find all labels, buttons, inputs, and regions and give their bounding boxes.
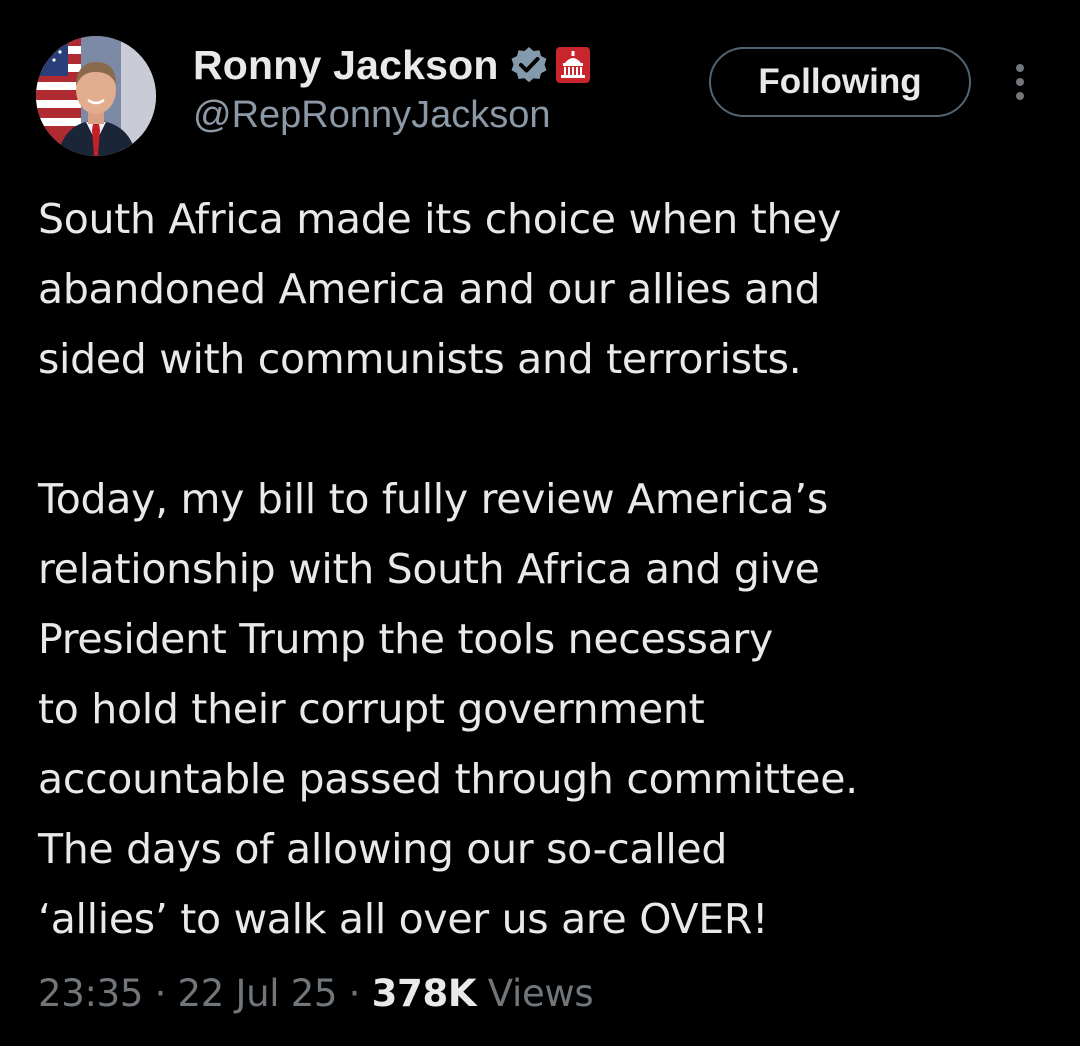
tweet-time[interactable]: 23:35 xyxy=(38,972,143,1015)
tweet-date[interactable]: 22 Jul 25 xyxy=(178,972,338,1015)
meta-separator: · xyxy=(348,972,361,1015)
tweet: Ronny Jackson @RepRonnyJackson Following… xyxy=(0,0,1080,1046)
tweet-paragraph-1: South Africa made its choice when they a… xyxy=(38,195,842,383)
profile-photo xyxy=(36,36,156,156)
us-capitol-icon[interactable] xyxy=(555,46,591,84)
following-button[interactable]: Following xyxy=(709,47,971,117)
author-handle[interactable]: @RepRonnyJackson xyxy=(193,94,551,137)
avatar[interactable] xyxy=(36,36,156,156)
verified-badge-icon[interactable] xyxy=(509,45,549,85)
views-count[interactable]: 378K xyxy=(372,972,477,1015)
views-label: Views xyxy=(487,972,594,1015)
more-vertical-icon[interactable] xyxy=(1005,60,1035,104)
tweet-meta: 23:35 · 22 Jul 25 · 378K Views xyxy=(38,972,594,1015)
author-display-name[interactable]: Ronny Jackson xyxy=(193,42,499,89)
meta-separator: · xyxy=(154,972,167,1015)
tweet-text: South Africa made its choice when they a… xyxy=(38,184,1058,954)
tweet-paragraph-2: Today, my bill to fully review America’s… xyxy=(38,475,858,943)
author-name-row: Ronny Jackson xyxy=(193,40,591,90)
